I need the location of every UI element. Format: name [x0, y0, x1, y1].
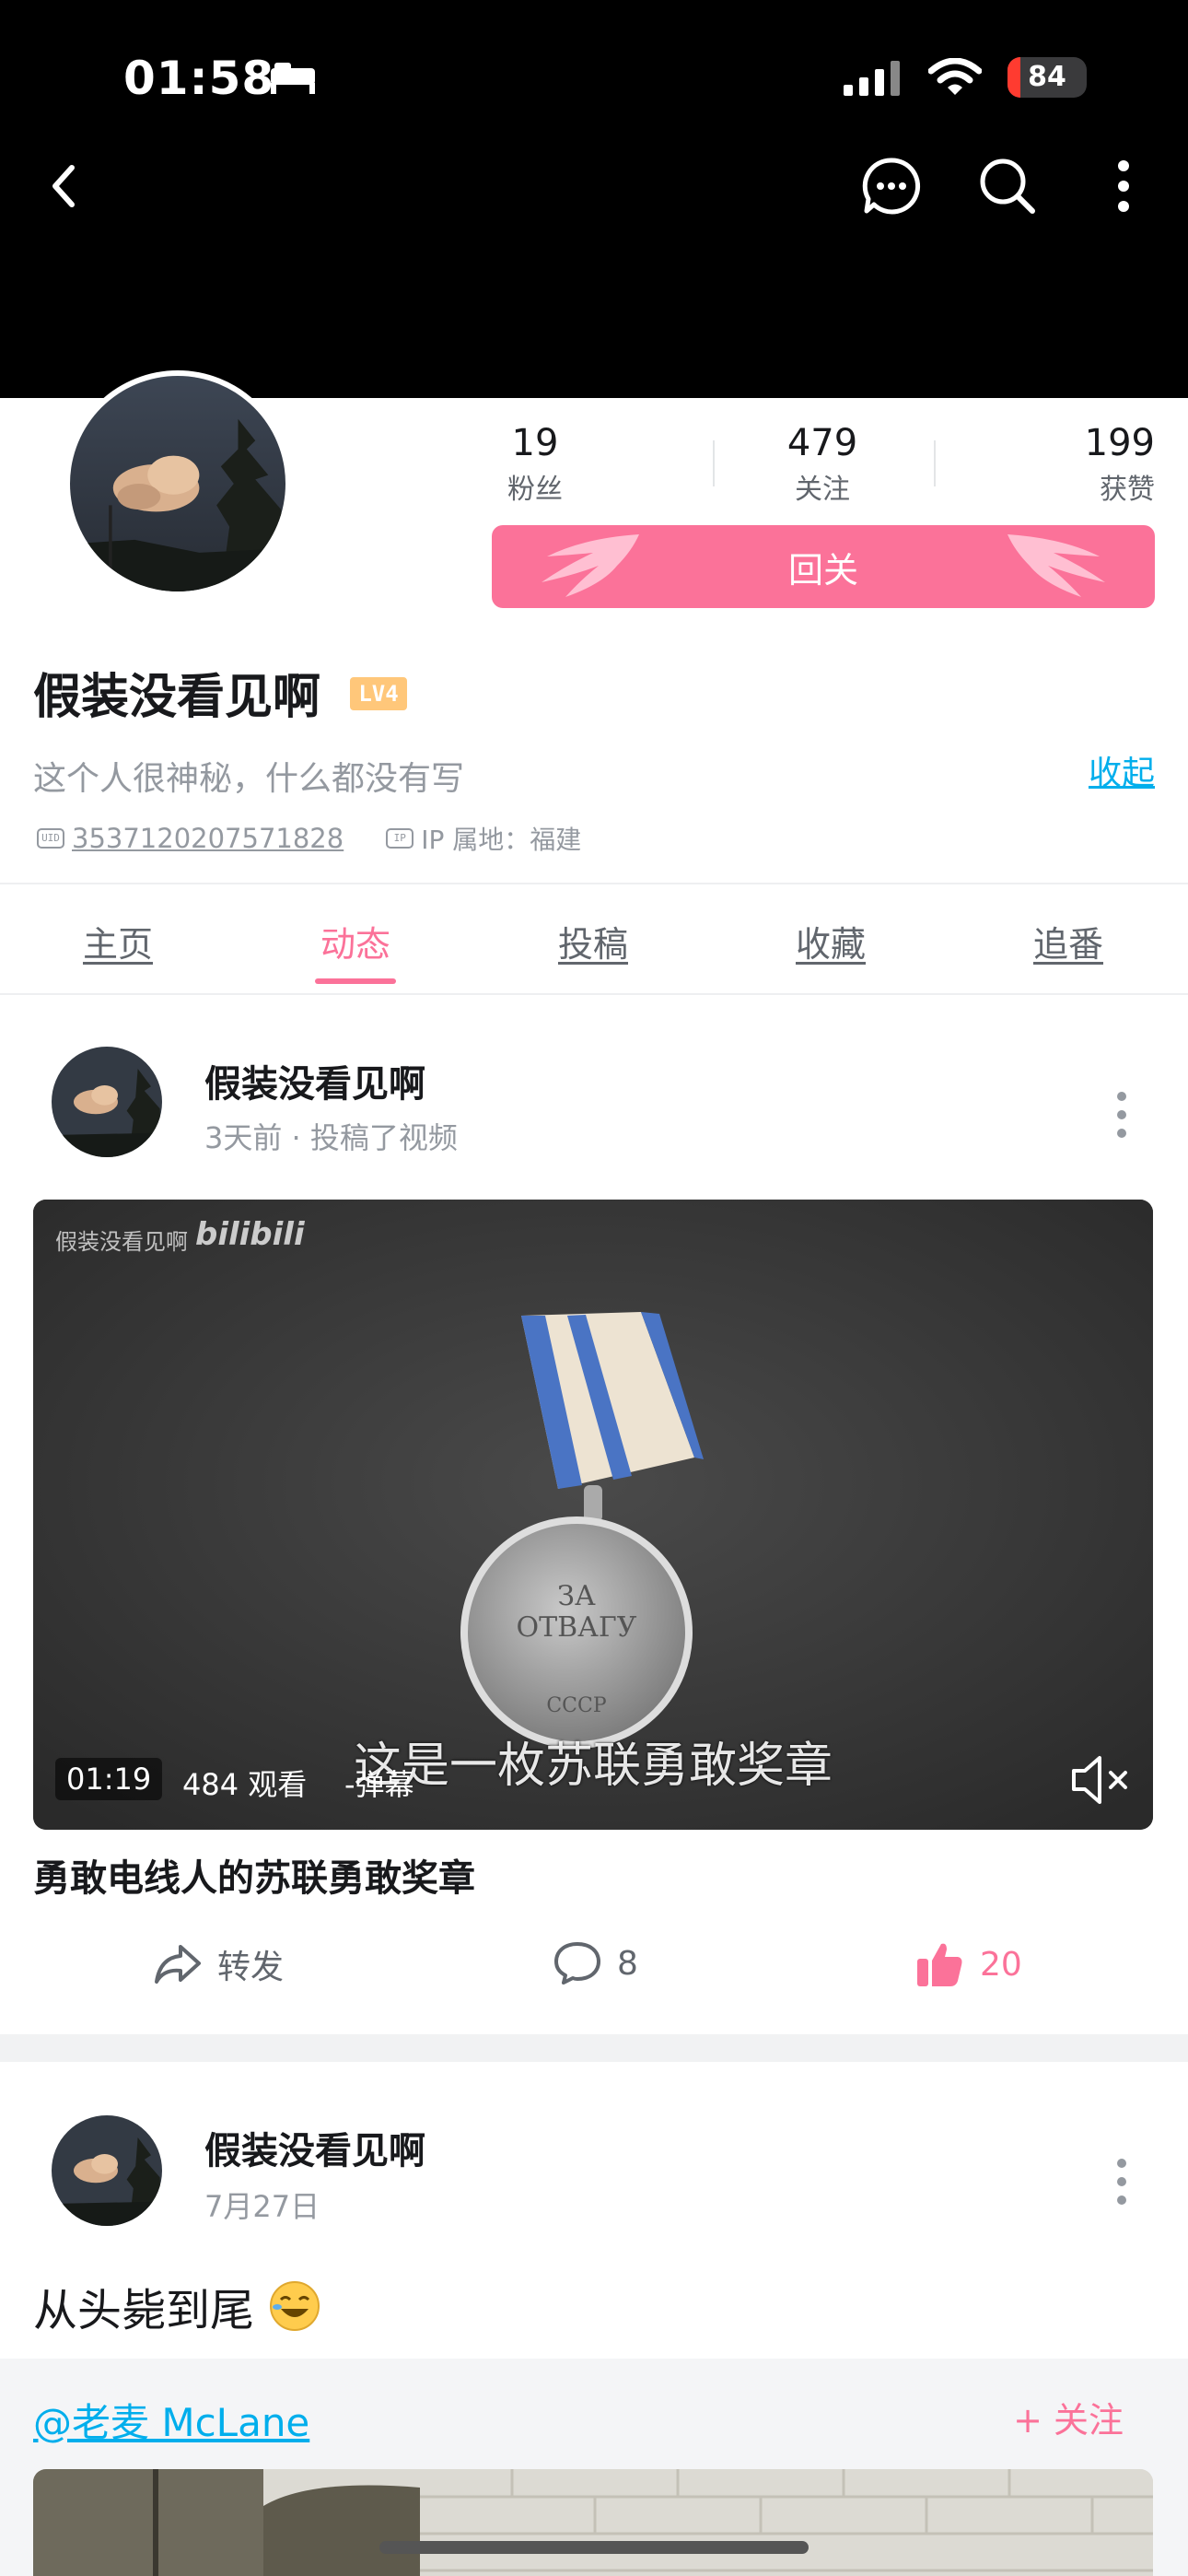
vertical-dots-icon — [1118, 160, 1129, 212]
divider — [0, 883, 1188, 884]
tab-anime[interactable]: 追番 — [1033, 916, 1103, 966]
share-icon — [155, 1945, 201, 1984]
video-views: 484 观看 — [182, 1767, 308, 1802]
divider — [0, 993, 1188, 995]
message-button[interactable] — [855, 149, 928, 223]
post-author-name[interactable]: 假装没看见啊 — [204, 1054, 425, 1107]
ip-location-text: IP 属地：福建 — [421, 825, 582, 855]
status-time: 01:58 — [123, 52, 275, 105]
video-title[interactable]: 勇敢电线人的苏联勇敢奖章 — [33, 1848, 475, 1902]
followers-label: 粉丝 — [507, 474, 563, 506]
stat-divider — [934, 440, 936, 486]
repost-author-mention[interactable]: @老麦 McLane — [33, 2392, 309, 2448]
video-danmaku-count: -弹幕 — [344, 1767, 414, 1802]
repost-thumbnail[interactable] — [33, 2469, 1153, 2576]
likes-stat[interactable]: 199 获赞 — [1068, 422, 1155, 507]
comment-count: 8 — [617, 1944, 638, 1983]
uid-value[interactable]: 3537120207571828 — [72, 823, 344, 854]
svg-text:ЗА: ЗА — [557, 1580, 596, 1612]
post-author-name[interactable]: 假装没看见啊 — [204, 2121, 425, 2174]
vertical-dots-icon — [1117, 1092, 1126, 1138]
repost-thumbnail-image — [33, 2469, 1153, 2576]
post-more-button[interactable] — [1103, 1087, 1140, 1142]
thumbs-up-icon — [917, 1943, 962, 1986]
like-count: 20 — [980, 1945, 1022, 1984]
more-options-button[interactable] — [1087, 149, 1160, 223]
sleep-mode-icon — [267, 61, 319, 100]
bilibili-logo: bilibili — [195, 1216, 305, 1253]
uid-ip-row: UID 3537120207571828 IP IP 属地：福建 — [37, 820, 581, 857]
mute-button[interactable] — [1068, 1752, 1133, 1808]
post-text-content: 从头毙到尾 — [33, 2285, 255, 2336]
post-author-avatar[interactable] — [52, 1047, 162, 1157]
following-stat[interactable]: 479 关注 — [779, 422, 866, 507]
stat-divider — [713, 440, 715, 486]
post-more-button[interactable] — [1103, 2154, 1140, 2209]
video-duration: 01:19 — [55, 1758, 163, 1800]
profile-username: 假装没看见啊 — [33, 670, 321, 725]
profile-bio: 这个人很神秘，什么都没有写 — [33, 760, 465, 798]
like-button[interactable]: 20 — [914, 1940, 1022, 1988]
video-watermark: 假装没看见啊 — [55, 1229, 188, 1255]
chat-bubble-icon — [862, 158, 921, 215]
follow-back-label: 回关 — [787, 549, 858, 591]
follow-back-button[interactable]: 回关 — [492, 525, 1155, 608]
tab-home[interactable]: 主页 — [83, 916, 153, 966]
vertical-dots-icon — [1117, 2159, 1126, 2205]
ip-tag-icon: IP — [386, 828, 414, 849]
status-icons: 84 — [844, 57, 1087, 98]
share-label: 转发 — [217, 1949, 285, 1986]
post-meta: 3天前 · 投稿了视频 — [204, 1120, 458, 1155]
profile-avatar[interactable] — [64, 370, 291, 597]
comment-button[interactable]: 8 — [553, 1940, 638, 1986]
wing-decoration-icon — [1007, 534, 1105, 597]
video-player[interactable]: ЗА ОТВАГУ СССР 假装没看见啊 bilibili 这是一枚苏联勇敢奖… — [33, 1200, 1153, 1830]
chevron-left-icon — [52, 165, 75, 207]
speaker-muted-icon — [1072, 1756, 1127, 1804]
likes-label: 获赞 — [1100, 474, 1155, 506]
search-icon — [980, 158, 1035, 214]
tab-uploads[interactable]: 投稿 — [558, 916, 628, 966]
wing-decoration-icon — [542, 534, 639, 597]
following-count: 479 — [786, 422, 858, 464]
following-label: 关注 — [795, 474, 850, 506]
post-text: 从头毙到尾 — [33, 2274, 321, 2338]
ip-location: IP IP 属地：福建 — [386, 820, 581, 857]
comment-icon — [554, 1942, 600, 1985]
followers-count: 19 — [511, 422, 559, 464]
search-button[interactable] — [971, 149, 1044, 223]
cellular-signal-icon — [844, 61, 900, 96]
post-meta: 7月27日 — [204, 2189, 320, 2224]
wifi-icon — [928, 58, 982, 95]
collapse-link[interactable]: 收起 — [1089, 746, 1155, 794]
post-separator — [0, 2034, 1188, 2062]
repost-follow-button[interactable]: + 关注 — [1013, 2392, 1124, 2442]
active-tab-indicator — [315, 978, 396, 984]
level-badge: LV4 — [350, 677, 407, 710]
post-author-avatar[interactable] — [52, 2115, 162, 2226]
svg-text:СССР: СССР — [546, 1694, 606, 1717]
share-button[interactable]: 转发 — [153, 1940, 284, 1988]
home-indicator[interactable] — [379, 2541, 809, 2554]
tab-favorites[interactable]: 收藏 — [796, 916, 866, 966]
uid-tag-icon: UID — [37, 828, 64, 849]
svg-text:ОТВАГУ: ОТВАГУ — [517, 1611, 637, 1644]
likes-count: 199 — [1084, 422, 1155, 464]
back-button[interactable] — [28, 149, 101, 223]
tab-dynamic[interactable]: 动态 — [320, 916, 390, 966]
laughing-emoji-icon — [270, 2281, 320, 2331]
followers-stat[interactable]: 19 粉丝 — [503, 422, 567, 507]
battery-icon: 84 — [1007, 57, 1087, 98]
